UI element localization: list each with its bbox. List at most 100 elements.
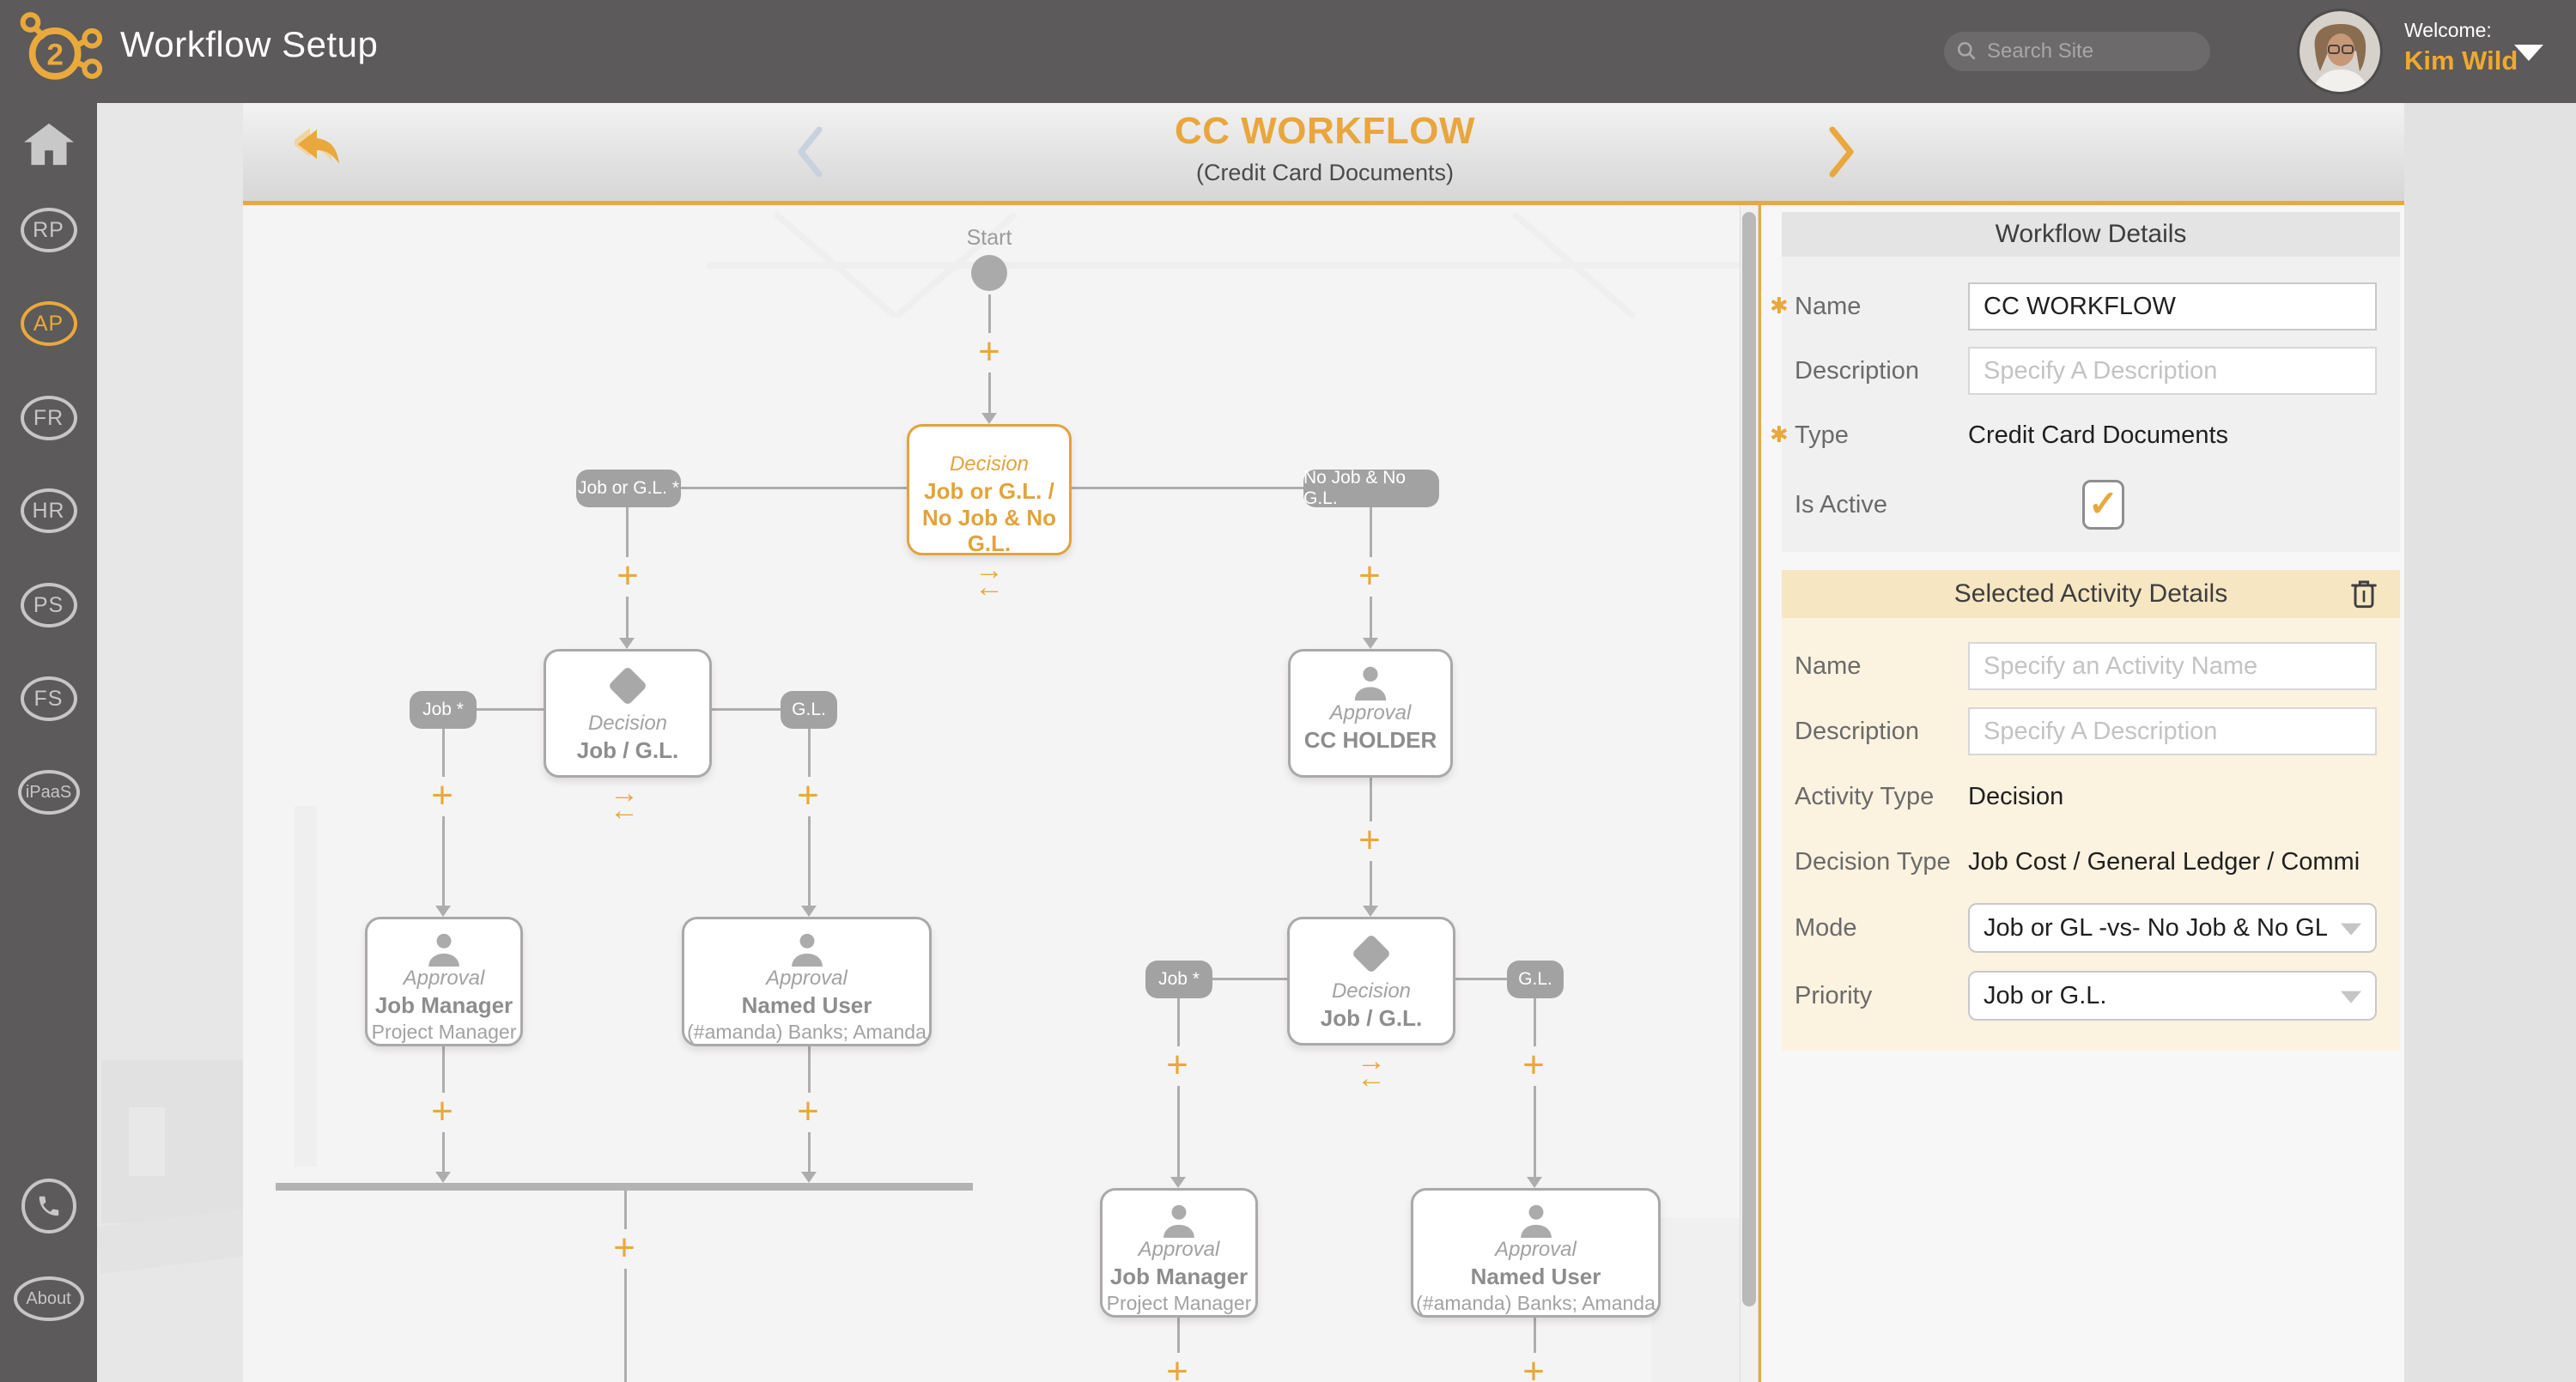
sidebar-item-fs[interactable]: FS <box>0 676 97 721</box>
add-activity-button[interactable]: + <box>792 1093 824 1132</box>
add-activity-button[interactable]: + <box>611 557 644 597</box>
user-menu-caret-icon[interactable] <box>2514 45 2543 61</box>
activity-description-input[interactable] <box>1968 707 2377 755</box>
sidebar: RP AP FR HR PS FS iPaaS About <box>0 103 97 1382</box>
arrowhead <box>1363 638 1378 649</box>
sidebar-item-ps[interactable]: PS <box>0 583 97 627</box>
description-label: Description <box>1795 357 1968 385</box>
required-marker: ✱ <box>1770 293 1789 319</box>
required-marker: ✱ <box>1770 421 1789 448</box>
canvas-scrollbar-thumb[interactable] <box>1742 212 1756 1306</box>
sidebar-item-home[interactable] <box>0 118 97 170</box>
name-label: Name <box>1795 293 1968 321</box>
branch-pill-gl[interactable]: G.L. <box>1507 961 1564 998</box>
decision-diamond-icon <box>1352 934 1391 973</box>
mode-row: Mode Job or GL -vs- No Job & No GL <box>1782 894 2400 961</box>
next-workflow-button[interactable] <box>1825 125 1859 179</box>
avatar[interactable] <box>2300 11 2380 92</box>
node-kind: Approval <box>1330 701 1412 725</box>
node-title: Named User <box>694 992 919 1019</box>
branch-pill-no-job-no-gl[interactable]: No Job & No G.L. <box>1303 470 1439 507</box>
priority-dropdown[interactable]: Job or G.L. <box>1968 971 2377 1021</box>
flow-node-approval-job-manager[interactable]: Approval Job Manager Project Manager <box>365 917 523 1046</box>
add-activity-button[interactable]: + <box>1161 1046 1194 1086</box>
fr-badge: FR <box>21 396 77 440</box>
node-kind: Approval <box>766 967 848 991</box>
add-activity-button[interactable]: + <box>426 1093 459 1132</box>
add-activity-button[interactable]: + <box>608 1229 641 1269</box>
workflow-canvas[interactable]: Start + <box>243 205 1740 1382</box>
canvas-scrollbar-track[interactable] <box>1740 205 1759 1382</box>
search-input[interactable] <box>1985 39 2203 64</box>
priority-label: Priority <box>1795 982 1968 1010</box>
topbar: 2 Workflow Setup <box>0 0 2576 103</box>
flow-node-decision-job-gl[interactable]: Decision Job / G.L. <box>544 649 712 778</box>
arrowhead <box>619 638 635 649</box>
sidebar-item-about[interactable]: About <box>0 1276 97 1322</box>
watermark <box>94 1208 262 1275</box>
add-activity-button[interactable]: + <box>973 333 1005 373</box>
decision-type-label: Decision Type <box>1795 848 1968 876</box>
branch-pill-gl[interactable]: G.L. <box>781 691 837 729</box>
arrowhead <box>435 906 451 917</box>
swap-arrow-left: ← <box>1357 1070 1386 1087</box>
flow-node-decision-main-selected[interactable]: Decision Job or G.L. / No Job & No G.L. <box>907 424 1072 555</box>
sidebar-item-fr[interactable]: FR <box>0 396 97 440</box>
delete-activity-button[interactable] <box>2350 578 2378 610</box>
workflow-description-input[interactable] <box>1968 347 2377 395</box>
node-title: Named User <box>1423 1264 1648 1290</box>
person-icon <box>1516 1203 1556 1238</box>
swap-branches-icon[interactable]: → ← <box>598 785 650 820</box>
add-activity-button[interactable]: + <box>1517 1046 1550 1086</box>
branch-pill-job-or-gl[interactable]: Job or G.L. * <box>576 470 681 507</box>
arrowhead <box>1363 906 1378 917</box>
workflow-name-input[interactable] <box>1968 282 2377 330</box>
is-active-label: Is Active <box>1795 491 1968 519</box>
activity-name-input[interactable] <box>1968 642 2377 690</box>
add-activity-button[interactable]: + <box>426 777 459 816</box>
mode-dropdown[interactable]: Job or GL -vs- No Job & No GL <box>1968 903 2377 953</box>
node-kind: Decision <box>950 452 1029 476</box>
flow-node-approval-cc-holder[interactable]: Approval CC HOLDER <box>1288 649 1453 778</box>
add-activity-button[interactable]: + <box>1161 1353 1194 1382</box>
connector-line <box>808 729 811 907</box>
swap-branches-icon[interactable]: → ← <box>1346 1052 1397 1088</box>
branch-pill-job[interactable]: Job * <box>410 691 477 729</box>
flow-node-approval-job-manager-2[interactable]: Approval Job Manager Project Manager <box>1100 1188 1258 1318</box>
start-label: Start <box>920 226 1058 251</box>
person-icon <box>787 931 827 967</box>
ps-badge: PS <box>21 583 77 627</box>
previous-workflow-button[interactable] <box>793 125 827 179</box>
name-label: Name <box>1795 652 1968 681</box>
back-button[interactable] <box>295 124 358 180</box>
start-node[interactable] <box>971 255 1007 291</box>
flow-node-decision-job-gl-2[interactable]: Decision Job / G.L. <box>1287 917 1455 1046</box>
branch-pill-job[interactable]: Job * <box>1145 961 1212 998</box>
type-label: Type <box>1795 421 1968 450</box>
add-activity-button[interactable]: + <box>1517 1353 1550 1382</box>
connector-line <box>1072 487 1305 489</box>
description-label: Description <box>1795 718 1968 746</box>
flow-node-approval-named-user-2[interactable]: Approval Named User (#amanda) Banks; Ama… <box>1411 1188 1661 1318</box>
swap-branches-icon[interactable]: → ← <box>963 561 1015 597</box>
sidebar-item-ap[interactable]: AP <box>0 301 97 346</box>
mode-label: Mode <box>1795 914 1968 943</box>
swap-arrow-left: ← <box>975 579 1004 596</box>
hr-badge: HR <box>21 488 77 533</box>
flow-node-approval-named-user[interactable]: Approval Named User (#amanda) Banks; Ama… <box>682 917 932 1046</box>
node-title: Job / G.L. <box>1297 1005 1447 1032</box>
sidebar-item-rp[interactable]: RP <box>0 208 97 252</box>
ipaas-badge: iPaaS <box>18 770 80 815</box>
is-active-checkbox[interactable]: ✓ <box>2082 480 2124 530</box>
add-activity-button[interactable]: + <box>1353 557 1386 597</box>
sidebar-item-ipaas[interactable]: iPaaS <box>0 770 97 815</box>
sidebar-item-hr[interactable]: HR <box>0 488 97 533</box>
workflow-type-value: Credit Card Documents <box>1968 421 2228 450</box>
add-activity-button[interactable]: + <box>792 777 824 816</box>
person-icon <box>424 931 464 967</box>
right-gutter <box>2404 103 2576 1382</box>
decision-type-value: Job Cost / General Ledger / Commi <box>1968 848 2360 876</box>
user-menu[interactable]: Welcome: Kim Wild <box>2404 19 2518 76</box>
add-activity-button[interactable]: + <box>1353 821 1386 861</box>
sidebar-item-contact[interactable] <box>0 1180 97 1232</box>
